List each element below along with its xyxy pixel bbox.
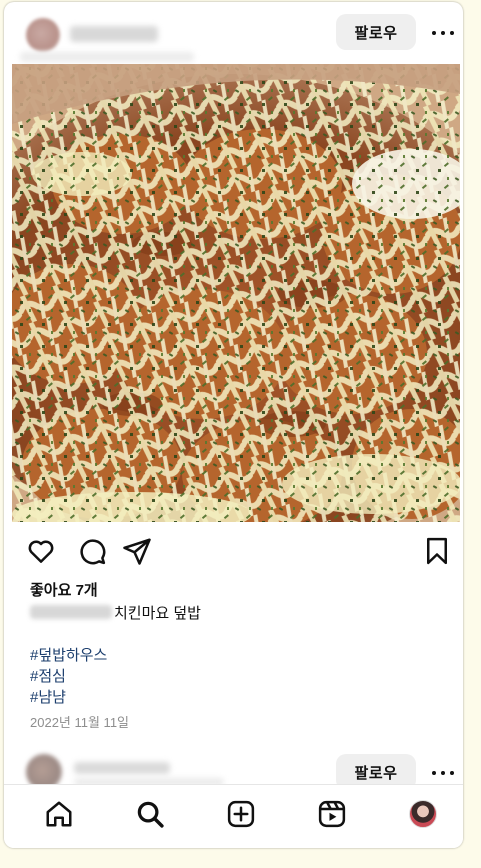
post-photo[interactable] <box>12 64 460 522</box>
more-horizontal-icon[interactable] <box>432 29 454 37</box>
avatar[interactable] <box>26 18 60 52</box>
reels-icon[interactable] <box>317 799 347 829</box>
follow-button[interactable]: 팔로우 <box>336 14 416 50</box>
hashtag-link[interactable]: #냠냠 <box>30 686 66 707</box>
caption-text: 치킨마요 덮밥 <box>114 604 201 622</box>
likes-count[interactable]: 좋아요 7개 <box>30 579 98 600</box>
location-blurred <box>20 52 194 62</box>
bookmark-icon[interactable] <box>422 536 452 566</box>
username-blurred[interactable] <box>70 26 158 42</box>
send-icon[interactable] <box>122 536 152 566</box>
profile-avatar[interactable] <box>409 800 437 828</box>
hashtag-link[interactable]: #점심 <box>30 665 66 686</box>
post-date: 2022년 11월 11일 <box>30 715 130 730</box>
new-post-icon[interactable] <box>226 799 256 829</box>
post-header: 팔로우 <box>4 2 463 64</box>
home-icon[interactable] <box>44 799 74 829</box>
post-actions <box>4 536 463 568</box>
more-horizontal-icon[interactable] <box>432 769 454 777</box>
comment-icon[interactable] <box>77 536 107 566</box>
search-icon[interactable] <box>135 799 165 829</box>
next-post-username-blurred[interactable] <box>74 762 170 774</box>
heart-icon[interactable] <box>26 536 56 566</box>
hashtag-link[interactable]: #덮밥하우스 <box>30 644 107 665</box>
phone-frame: 팔로우 좋아요 7개 치킨마요 덮밥 #덮밥하우스 #점심 #냠냠 2022년 … <box>4 2 463 848</box>
bottom-nav <box>4 784 463 848</box>
caption-username-blurred[interactable] <box>30 605 112 619</box>
caption: 치킨마요 덮밥 <box>30 602 201 622</box>
